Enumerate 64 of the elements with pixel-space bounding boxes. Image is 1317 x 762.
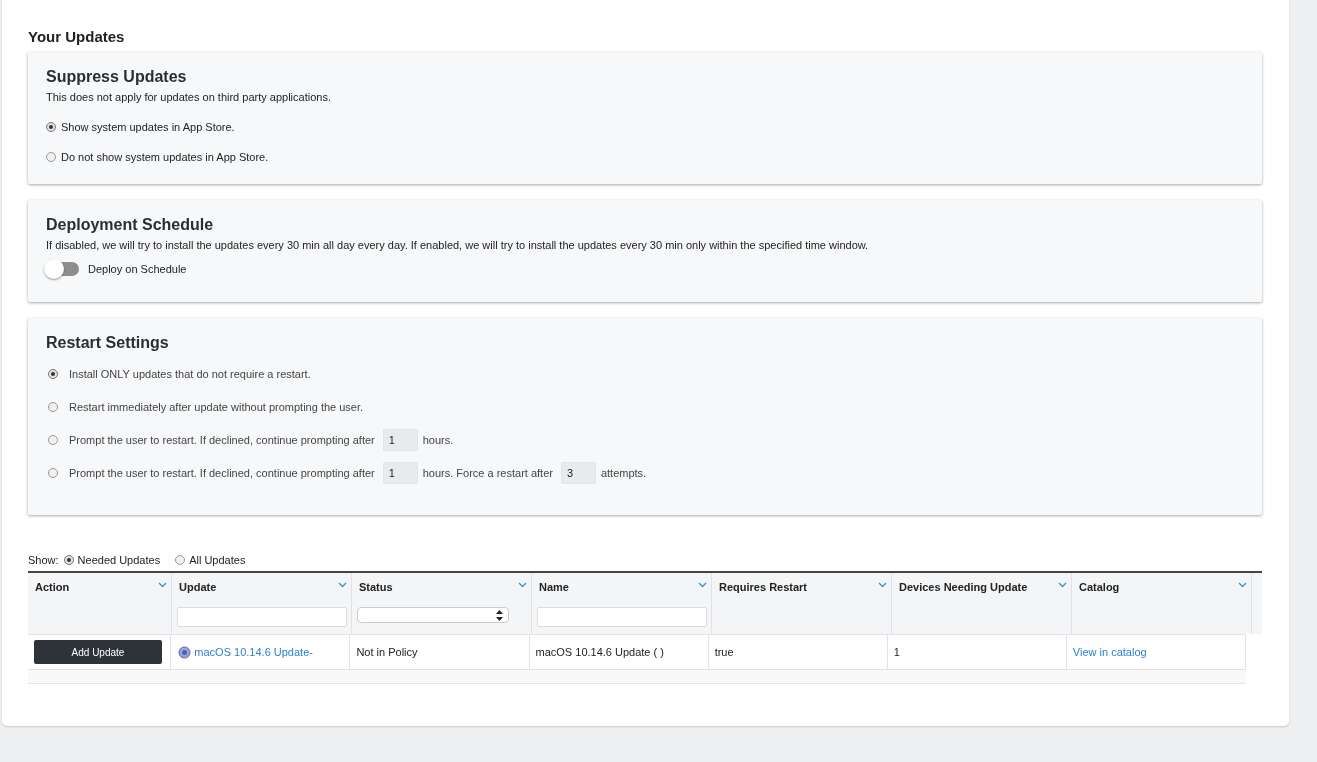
chevron-icon[interactable] — [338, 582, 347, 588]
radio-label: hours. — [422, 433, 454, 446]
radio-button[interactable] — [63, 555, 74, 565]
update-icon — [177, 645, 193, 659]
chevron-icon[interactable] — [1238, 582, 1247, 588]
chevron-icon[interactable] — [698, 582, 707, 588]
table-cell: Not in Policy — [356, 646, 418, 658]
number-field[interactable]: 1 — [382, 428, 418, 451]
card-title: Restart Settings — [46, 334, 170, 352]
table-cell: macOS 10.14.6 Update ( ) — [535, 646, 664, 658]
chevron-icon[interactable] — [1058, 582, 1067, 588]
toggle-switch[interactable] — [46, 262, 79, 276]
table-cell: 1 — [893, 646, 900, 658]
radio-button[interactable] — [46, 152, 56, 162]
add-update-button[interactable]: Add Update — [34, 640, 162, 664]
radio-label: Prompt the user to restart. If declined, continue prompting after — [69, 433, 375, 446]
column-header[interactable]: Catalog — [1072, 573, 1252, 634]
filter-field[interactable] — [177, 607, 347, 627]
radio-label: Needed Updates — [77, 554, 161, 566]
radio-button[interactable] — [175, 555, 186, 565]
column-title: Devices Needing Update — [898, 581, 1028, 593]
column-header[interactable]: Update — [172, 573, 352, 634]
chevron-icon[interactable] — [878, 582, 887, 588]
update-link[interactable]: macOS 10.14.6 Update- — [194, 646, 313, 658]
radio-button[interactable] — [48, 467, 58, 478]
radio-label: Restart immediately after update without prompting the user. — [69, 400, 364, 413]
column-title: Update — [178, 581, 217, 593]
radio-label: hours. Force a restart after — [422, 466, 553, 479]
column-header[interactable]: Status — [352, 573, 532, 634]
number-field[interactable]: 1 — [382, 461, 418, 484]
card-title: Deployment Schedule — [46, 216, 215, 234]
column-header[interactable]: Requires Restart — [712, 573, 892, 634]
radio-label: All Updates — [189, 554, 246, 566]
filter-field[interactable] — [537, 607, 707, 627]
radio-label: Do not show system updates in App Store. — [61, 151, 269, 163]
column-title: Catalog — [1078, 581, 1120, 593]
radio-button[interactable] — [46, 122, 56, 132]
chevron-icon[interactable] — [518, 582, 527, 588]
radio-button[interactable] — [48, 401, 58, 412]
column-header[interactable]: Action — [28, 573, 172, 634]
column-title: Status — [358, 581, 393, 593]
column-title: Requires Restart — [718, 581, 808, 593]
catalog-link[interactable]: View in catalog — [1072, 646, 1147, 658]
column-title: Name — [538, 581, 569, 593]
radio-button[interactable] — [48, 368, 58, 379]
radio-label: attempts. — [600, 466, 647, 479]
card-title: Suppress Updates — [46, 68, 188, 86]
section-heading: Your Updates — [28, 28, 126, 45]
radio-label: Prompt the user to restart. If declined, continue prompting after — [69, 466, 375, 479]
toggle-label: Deploy on Schedule — [88, 263, 187, 275]
show-label: Show: — [28, 554, 59, 566]
radio-label: Install ONLY updates that do not require a restart. — [69, 367, 311, 380]
radio-button[interactable] — [48, 434, 58, 445]
updown-icon — [496, 609, 503, 621]
card-description: If disabled, we will try to install the updates every 30 min all day every day. If enabled, we will try to install the updates every 30 min only within the specified time window. — [46, 239, 870, 251]
column-title: Action — [34, 581, 70, 593]
radio-label: Show system updates in App Store. — [61, 121, 235, 133]
number-field[interactable]: 3 — [560, 461, 596, 484]
card-description: This does not apply for updates on third party applications. — [46, 91, 332, 103]
column-header[interactable]: Devices Needing Update — [892, 573, 1072, 634]
table-cell: true — [714, 646, 734, 658]
filter-select[interactable] — [357, 607, 509, 623]
chevron-icon[interactable] — [158, 582, 167, 588]
column-header[interactable]: Name — [532, 573, 712, 634]
